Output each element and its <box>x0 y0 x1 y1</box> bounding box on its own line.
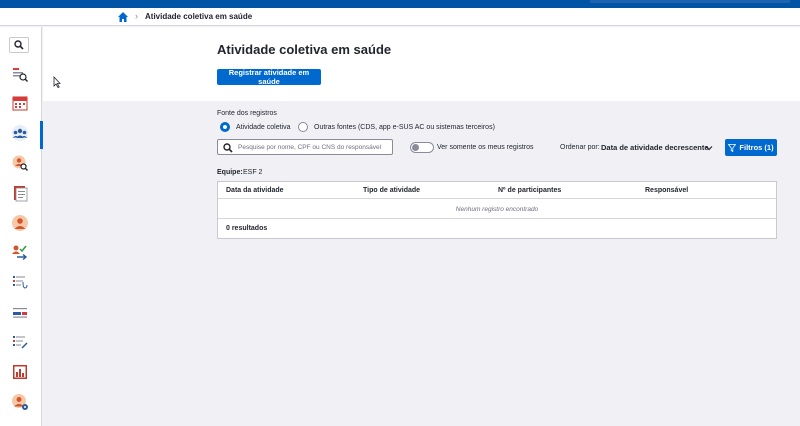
filters-button[interactable]: Filtros (1) <box>725 139 777 156</box>
page-header <box>43 27 800 101</box>
toggle-label: Ver somente os meus registros <box>437 144 534 151</box>
records-icon <box>14 186 28 202</box>
column-header-responsible[interactable]: Responsável <box>645 187 688 194</box>
header-divider <box>218 198 776 199</box>
radio-collective-activity-label[interactable]: Atividade coletiva <box>236 124 290 131</box>
column-header-date[interactable]: Data da atividade <box>226 187 284 194</box>
home-icon[interactable] <box>117 11 129 23</box>
top-bar <box>0 0 800 8</box>
breadcrumb: › Atividade coletiva em saúde <box>0 8 800 26</box>
sidebar-item-list-stethoscope[interactable] <box>8 271 32 293</box>
reports-chart-icon <box>13 365 27 379</box>
citizen-search-icon <box>13 68 28 82</box>
search-input[interactable]: Pesquise por nome, CPF ou CNS do respons… <box>217 139 393 155</box>
sidebar-item-user[interactable] <box>8 212 32 234</box>
list-edit-icon <box>13 336 28 349</box>
sidebar-item-records[interactable] <box>8 182 32 204</box>
filter-icon <box>728 143 737 152</box>
collective-activity-icon <box>12 125 28 141</box>
list-stethoscope-icon <box>13 276 28 289</box>
search-placeholder: Pesquise por nome, CPF ou CNS do respons… <box>238 144 382 151</box>
only-my-records-toggle[interactable] <box>410 142 434 153</box>
results-count: 0 resultados <box>226 225 268 232</box>
team-value: ESF 2 <box>243 169 263 176</box>
sidebar-item-collective-activity[interactable] <box>8 122 32 144</box>
source-label: Fonte dos registros <box>217 110 277 117</box>
user-icon <box>12 215 28 231</box>
footer-divider <box>218 218 776 219</box>
radio-collective-activity[interactable] <box>220 122 230 132</box>
agenda-icon <box>12 96 28 111</box>
sidebar-item-user-check[interactable] <box>8 241 32 263</box>
breadcrumb-separator-icon: › <box>135 11 138 21</box>
filters-button-label: Filtros (1) <box>739 143 774 152</box>
radio-other-sources[interactable] <box>298 122 308 132</box>
column-header-participants[interactable]: Nº de participantes <box>498 187 561 194</box>
empty-message: Nenhum registro encontrado <box>455 206 539 213</box>
sort-label: Ordenar por: <box>560 144 600 151</box>
search-icon <box>14 40 24 50</box>
team-label: Equipe: <box>217 169 243 176</box>
top-bar-accent <box>590 0 790 3</box>
sidebar-item-list-edit[interactable] <box>8 331 32 353</box>
mouse-cursor-icon <box>53 76 61 88</box>
sidebar-search-button[interactable] <box>9 37 29 53</box>
list-flag-icon <box>13 308 27 318</box>
sidebar <box>0 27 43 426</box>
user-settings-icon <box>12 394 28 410</box>
toggle-knob <box>412 144 419 151</box>
user-check-icon <box>12 245 28 261</box>
sidebar-item-agenda[interactable] <box>8 92 32 114</box>
sort-select[interactable]: Data de atividade decrescente <box>601 143 709 152</box>
radio-other-sources-label[interactable]: Outras fontes (CDS, app e-SUS AC ou sist… <box>314 124 495 131</box>
column-header-type[interactable]: Tipo de atividade <box>363 187 420 194</box>
chevron-down-icon[interactable] <box>705 144 713 152</box>
sidebar-item-reports[interactable] <box>8 361 32 383</box>
person-search-icon <box>12 155 28 171</box>
sidebar-item-user-settings[interactable] <box>8 391 32 413</box>
breadcrumb-current: Atividade coletiva em saúde <box>145 12 253 21</box>
search-icon <box>223 143 233 153</box>
sidebar-item-list-flag[interactable] <box>8 301 32 323</box>
page-title: Atividade coletiva em saúde <box>217 42 392 57</box>
register-activity-button[interactable]: Registrar atividade em saúde <box>217 68 321 86</box>
sidebar-item-person-search[interactable] <box>8 152 32 174</box>
activities-table: Data da atividade Tipo de atividade Nº d… <box>217 181 777 239</box>
sidebar-item-citizen-search[interactable] <box>8 63 32 85</box>
